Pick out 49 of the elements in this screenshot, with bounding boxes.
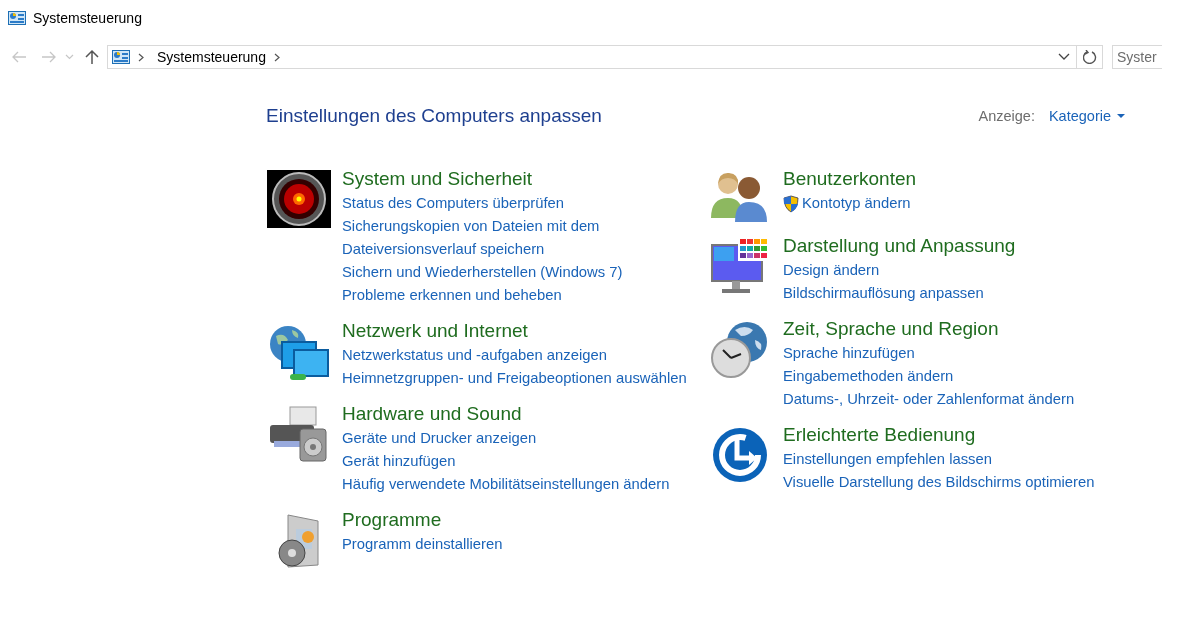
task-link[interactable]: Datums-, Uhrzeit- oder Zahlenformat ändern bbox=[783, 388, 1075, 411]
window-title: Systemsteuerung bbox=[33, 10, 142, 26]
control-panel-icon bbox=[112, 50, 130, 64]
chevron-right-icon bbox=[273, 52, 280, 62]
forward-arrow-icon bbox=[41, 51, 57, 63]
chevron-down-icon bbox=[1058, 53, 1070, 61]
task-link[interactable]: Sprache hinzufügen bbox=[783, 342, 915, 365]
task-link[interactable]: Geräte und Drucker anzeigen bbox=[342, 427, 537, 450]
caret-down-icon bbox=[1117, 114, 1125, 118]
view-label: Anzeige: bbox=[978, 108, 1035, 124]
task-link[interactable]: Gerät hinzufügen bbox=[342, 450, 456, 473]
task-link[interactable]: Heimnetzgruppen- und Freigabeoptionen auswählen bbox=[342, 367, 687, 390]
category-link[interactable]: Programme bbox=[342, 509, 442, 531]
search-field[interactable]: Syster bbox=[1112, 45, 1162, 69]
control-panel-icon bbox=[8, 11, 26, 25]
task-link[interactable]: Netzwerkstatus und -aufgaben anzeigen bbox=[342, 344, 607, 367]
category-link[interactable]: Benutzerkonten bbox=[783, 168, 917, 190]
view-dropdown[interactable]: Kategorie bbox=[1048, 108, 1125, 124]
breadcrumb-item[interactable]: Systemsteuerung bbox=[157, 49, 266, 65]
address-bar[interactable]: Systemsteuerung bbox=[107, 45, 1077, 69]
security-eye-icon bbox=[267, 170, 331, 228]
task-link[interactable]: Kontotyp ändern bbox=[783, 192, 911, 215]
category-link[interactable]: System und Sicherheit bbox=[342, 168, 533, 190]
chevron-down-icon bbox=[64, 54, 74, 60]
back-arrow-icon bbox=[10, 51, 27, 63]
task-link[interactable]: Programm deinstallieren bbox=[342, 533, 503, 556]
category-link[interactable]: Darstellung und Anpassung bbox=[783, 235, 1016, 257]
task-link[interactable]: Eingabemethoden ändern bbox=[783, 365, 954, 388]
accessibility-icon bbox=[711, 426, 769, 484]
refresh-icon bbox=[1082, 50, 1097, 64]
refresh-button[interactable] bbox=[1077, 45, 1103, 69]
task-link[interactable]: Visuelle Darstellung des Bildschirms optimieren bbox=[783, 471, 1095, 494]
shield-icon bbox=[783, 194, 799, 213]
category-link[interactable]: Zeit, Sprache und Region bbox=[783, 318, 999, 340]
task-link[interactable]: Einstellungen empfehlen lassen bbox=[783, 448, 992, 471]
printer-speaker-icon bbox=[268, 405, 330, 463]
category-link[interactable]: Hardware und Sound bbox=[342, 403, 522, 425]
category-link[interactable]: Netzwerk und Internet bbox=[342, 320, 528, 342]
task-link[interactable]: Status des Computers überprüfen bbox=[342, 192, 565, 215]
page-heading: Einstellungen des Computers anpassen bbox=[266, 105, 602, 127]
task-link[interactable]: Sichern und Wiederherstellen (Windows 7) bbox=[342, 261, 623, 284]
task-link[interactable]: Design ändern bbox=[783, 259, 880, 282]
task-link[interactable]: Probleme erkennen und beheben bbox=[342, 284, 562, 307]
task-link[interactable]: Häufig verwendete Mobilitätseinstellungen ändern bbox=[342, 473, 670, 496]
task-link[interactable]: Bildschirmauflösung anpassen bbox=[783, 282, 984, 305]
category-link[interactable]: Erleichterte Bedienung bbox=[783, 424, 976, 446]
chevron-right-icon bbox=[138, 52, 144, 62]
up-arrow-icon bbox=[85, 49, 99, 65]
task-link[interactable]: Sicherungskopien von Dateien mit dem Dateiversionsverlauf speichern bbox=[342, 215, 704, 261]
